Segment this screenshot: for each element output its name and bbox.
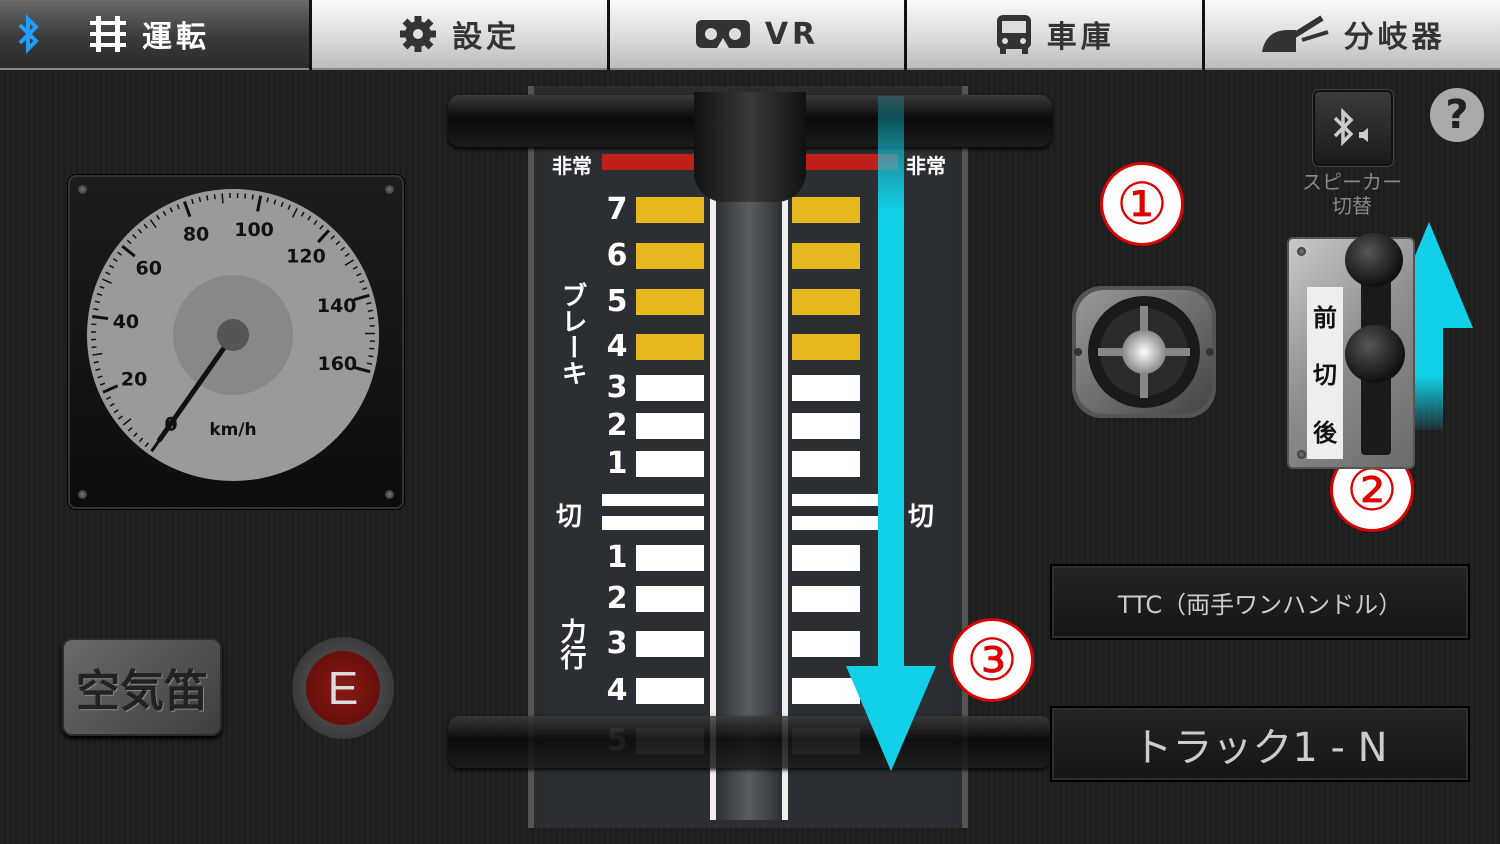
brake-notch-label: 7	[606, 192, 628, 227]
gauge-tick-label: 40	[113, 311, 139, 333]
power-notch-bar-left	[636, 678, 704, 704]
screw	[1297, 450, 1306, 459]
power-notch-label: 2	[606, 581, 628, 616]
brake-label: ブレーキ	[557, 282, 587, 386]
power-label: 力行	[556, 618, 586, 670]
reverser-lever-knob[interactable]	[1345, 325, 1405, 383]
view-button-icon[interactable]	[1068, 282, 1220, 422]
screw	[1297, 247, 1306, 256]
brake-notch-bar-left	[636, 375, 704, 401]
gauge-tick	[221, 193, 224, 204]
tab-vr-label: VR	[764, 16, 820, 52]
tab-settings[interactable]: 設定	[311, 0, 607, 70]
mode-display-text: TTC（両手ワンハンドル）	[1117, 590, 1403, 619]
switch-lever-icon	[1261, 15, 1329, 52]
gauge-tick-label: 120	[286, 245, 326, 267]
brake-notch-bar-left	[636, 243, 704, 269]
gauge-tick-label: 60	[136, 257, 162, 279]
gauge-tick	[206, 195, 209, 201]
speed-gauge: 020406080100120140160km/h	[87, 189, 379, 481]
gauge-tick-label: 100	[234, 219, 274, 241]
power-notch-label: 3	[606, 626, 628, 661]
emergency-bar-left	[602, 154, 694, 170]
gauge-tick-label: 80	[183, 224, 209, 246]
mode-display[interactable]: TTC（両手ワンハンドル）	[1050, 564, 1470, 640]
speaker-label-line1: スピーカー	[1302, 170, 1402, 194]
gauge-tick	[93, 360, 99, 364]
off-label-left: 切	[556, 502, 583, 532]
bus-icon	[996, 15, 1031, 54]
brake-notch-label: 1	[606, 446, 628, 481]
tab-bar: 運転 設定 VR 車庫 分岐器	[0, 0, 1500, 70]
brake-notch-label: 4	[606, 329, 628, 364]
gauge-tick	[251, 194, 254, 200]
annotation-3: ③	[950, 618, 1034, 702]
emergency-button[interactable]: E	[292, 637, 394, 739]
brake-notch-label: 5	[606, 284, 628, 319]
gauge-tick-label: 160	[317, 353, 357, 375]
gauge-tick	[366, 362, 373, 365]
speaker-toggle-button[interactable]	[1313, 90, 1393, 166]
air-whistle-button[interactable]: 空気笛	[62, 638, 222, 736]
speaker-label-line2: 切替	[1332, 194, 1372, 218]
brake-notch-label: 6	[606, 238, 628, 273]
reverser-forward-label: 前	[1313, 304, 1337, 333]
power-notch-bar-left	[636, 586, 704, 612]
tab-depot[interactable]: 車庫	[907, 0, 1203, 70]
emergency-label-left: 非常	[552, 154, 592, 178]
brake-notch-bar-left	[636, 334, 704, 360]
gauge-tick-label: 20	[121, 368, 147, 390]
gauge-tick	[93, 308, 99, 311]
gauge-tick	[213, 194, 216, 200]
power-notch-label: 1	[606, 540, 628, 575]
help-button[interactable]: ?	[1430, 88, 1484, 142]
handle-grip-top[interactable]	[694, 92, 806, 202]
vr-headset-icon	[695, 20, 750, 48]
reverser-panel: 前 切 後	[1287, 233, 1415, 469]
annotation-1: ①	[1100, 162, 1184, 246]
gear-icon	[400, 16, 437, 52]
gauge-tick	[92, 314, 109, 321]
gauge-unit-label: km/h	[209, 420, 256, 440]
track-display-text: トラック1 - N	[1132, 725, 1388, 771]
reverser-back-label: 後	[1313, 418, 1337, 447]
gauge-tick	[368, 317, 375, 320]
down-arrow-icon	[846, 96, 936, 771]
air-whistle-label: 空気笛	[76, 666, 208, 717]
speaker-toggle-label: スピーカー 切替	[1290, 170, 1414, 218]
tab-drive[interactable]: 運転	[0, 0, 309, 70]
bluetooth-icon	[18, 14, 39, 54]
controller-handle-bottom[interactable]	[448, 716, 1052, 768]
brake-notch-bar-left	[636, 413, 704, 439]
gauge-tick-label: 140	[317, 295, 357, 317]
tab-vr[interactable]: VR	[609, 0, 905, 70]
power-notch-label: 4	[606, 673, 628, 708]
gauge-tick	[367, 309, 373, 312]
off-bar-left	[602, 494, 704, 530]
brake-notch-bar-left	[636, 197, 704, 223]
tab-switch-label: 分岐器	[1343, 20, 1446, 55]
gauge-hub	[217, 319, 249, 351]
emergency-button-label: E	[306, 651, 380, 725]
gauge-tick	[368, 355, 374, 358]
bluetooth-speaker-icon	[1333, 108, 1368, 147]
brake-notch-label: 2	[606, 408, 628, 443]
track-icon	[90, 16, 126, 52]
reverser-neutral-label: 切	[1313, 361, 1337, 390]
tab-switch[interactable]: 分岐器	[1205, 0, 1500, 70]
tab-settings-label: 設定	[452, 20, 521, 55]
track-display[interactable]: トラック1 - N	[1050, 706, 1470, 782]
speedometer-panel: 020406080100120140160km/h	[68, 175, 404, 509]
tab-depot-label: 車庫	[1046, 20, 1115, 55]
power-notch-bar-left	[636, 631, 704, 657]
brake-notch-label: 3	[606, 370, 628, 405]
power-notch-bar-left	[636, 545, 704, 571]
brake-notch-bar-left	[636, 451, 704, 477]
reverser-lever-knob[interactable]	[1345, 233, 1403, 287]
tab-drive-label: 運転	[142, 20, 210, 55]
brake-notch-bar-left	[636, 289, 704, 315]
reverser-labels: 前 切 後	[1307, 287, 1343, 459]
